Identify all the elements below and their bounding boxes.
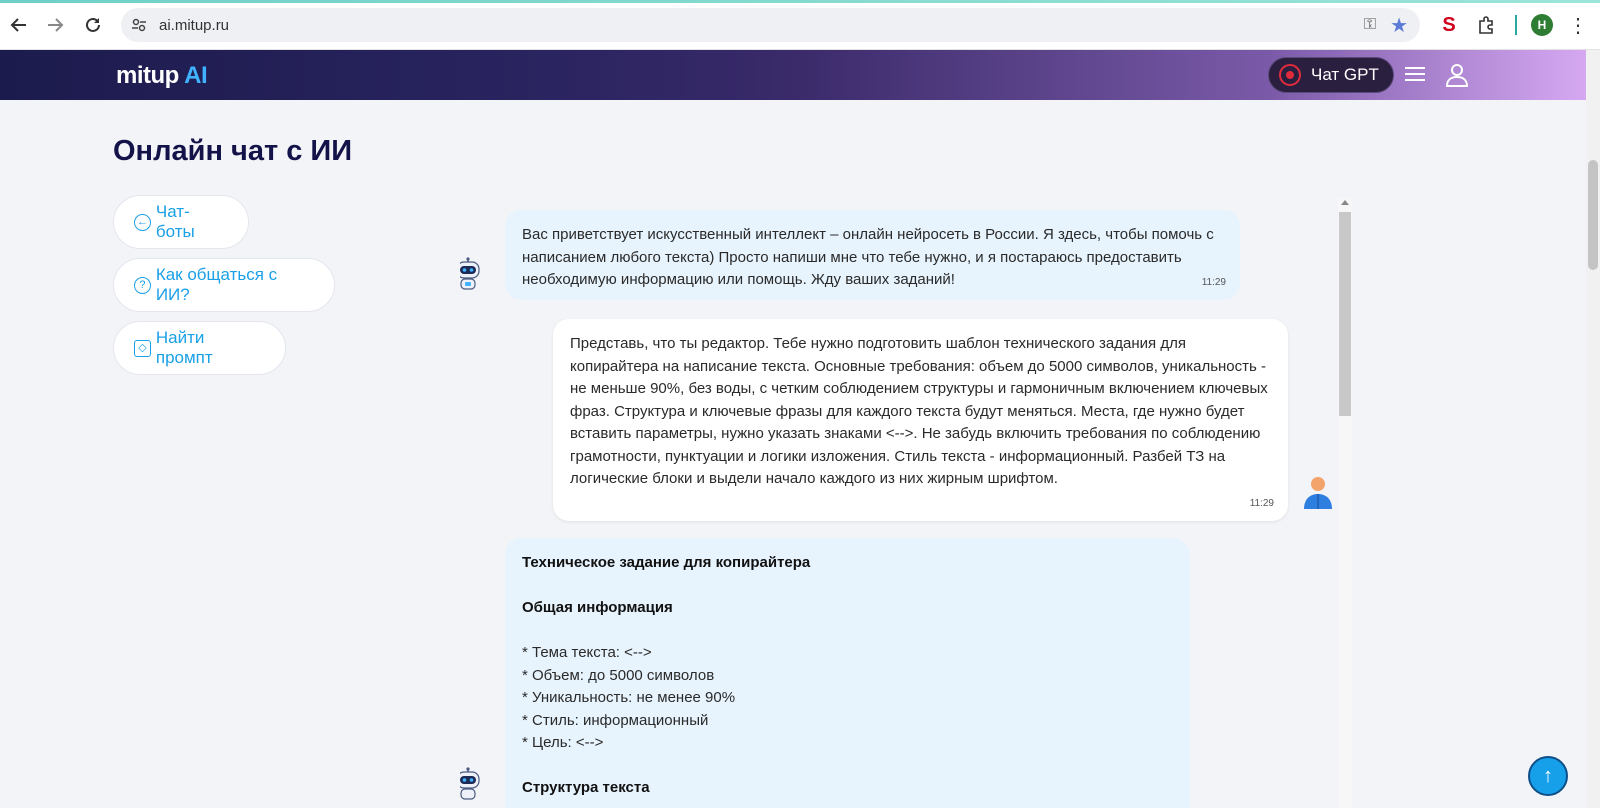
- chatbots-label: Чат-боты: [155, 202, 195, 241]
- page-title: Онлайн чат с ИИ: [113, 135, 353, 167]
- message-line: [522, 755, 1173, 778]
- user-message: Представь, что ты редактор. Тебе нужно п…: [553, 319, 1288, 521]
- forward-icon[interactable]: [42, 12, 68, 38]
- chatbots-button[interactable]: ← Чат-боты: [113, 195, 249, 249]
- page-scrollbar-thumb[interactable]: [1588, 160, 1598, 270]
- message-time: 11:29: [1249, 497, 1274, 509]
- scroll-up-arrow-icon[interactable]: [1341, 200, 1349, 205]
- how-to-talk-label: Как общаться с ИИ?: [155, 265, 278, 304]
- site-logo[interactable]: mitup AI: [116, 62, 208, 90]
- user-avatar-icon: [1304, 477, 1332, 509]
- site-settings-icon[interactable]: [131, 17, 147, 33]
- toolbar-divider: [1515, 15, 1517, 35]
- browser-toolbar: ai.mitup.ru ⚿ ★ S H ⋮: [0, 0, 1600, 50]
- browser-menu-icon[interactable]: ⋮: [1568, 13, 1588, 38]
- chat-scrollbar[interactable]: [1338, 198, 1352, 808]
- ai-message: Техническое задание для копирайтера Обща…: [505, 538, 1190, 808]
- record-icon: [1279, 64, 1301, 86]
- menu-icon[interactable]: [1405, 64, 1425, 84]
- cube-icon: ◇: [134, 339, 151, 357]
- bookmark-star-icon[interactable]: ★: [1390, 13, 1408, 38]
- ai-message: Вас приветствует искусственный интеллект…: [505, 210, 1240, 300]
- how-to-talk-button[interactable]: ? Как общаться с ИИ?: [113, 258, 335, 312]
- chat-gpt-button[interactable]: Чат GPT: [1268, 57, 1394, 93]
- seo-extension-icon[interactable]: S: [1436, 12, 1462, 38]
- message-line: * Цель: <-->: [522, 734, 604, 751]
- message-line: [522, 575, 1173, 598]
- message-time: 11:29: [1201, 276, 1226, 288]
- message-line: [522, 620, 1173, 643]
- message-text: Вас приветствует искусственный интеллект…: [522, 226, 1214, 288]
- address-bar[interactable]: ai.mitup.ru ⚿ ★: [121, 8, 1420, 42]
- message-line: * Стиль: информационный: [522, 711, 709, 729]
- message-heading: Структура текста: [522, 779, 650, 796]
- find-prompt-button[interactable]: ◇ Найти промпт: [113, 321, 286, 375]
- logo-ai: AI: [184, 62, 208, 89]
- back-icon[interactable]: [6, 12, 32, 38]
- message-text: Представь, что ты редактор. Тебе нужно п…: [570, 335, 1268, 487]
- find-prompt-label: Найти промпт: [155, 328, 213, 367]
- scroll-to-top-button[interactable]: ↑: [1528, 756, 1568, 796]
- message-line: * Тема текста: <-->: [522, 644, 652, 661]
- chat-gpt-label: Чат GPT: [1311, 65, 1379, 84]
- extensions-icon[interactable]: [1473, 12, 1499, 38]
- chat-window: Вас приветствует искусственный интеллект…: [460, 195, 1340, 808]
- robot-avatar-icon: [460, 257, 480, 290]
- page-scrollbar[interactable]: [1586, 50, 1600, 808]
- reload-icon[interactable]: [80, 12, 106, 38]
- message-heading: Общая информация: [522, 599, 673, 616]
- arrow-up-icon: ↑: [1543, 764, 1553, 787]
- key-icon[interactable]: ⚿: [1364, 16, 1376, 34]
- logo-main: mitup: [116, 62, 179, 89]
- message-heading: Техническое задание для копирайтера: [522, 554, 811, 571]
- chat-scrollbar-thumb[interactable]: [1339, 212, 1351, 416]
- tab-strip-edge: [0, 0, 1600, 3]
- site-header: mitup AI Чат GPT: [0, 50, 1586, 100]
- message-line: * Уникальность: не менее 90%: [522, 689, 736, 706]
- robot-avatar-icon: [460, 767, 480, 800]
- profile-avatar[interactable]: H: [1531, 14, 1553, 36]
- user-icon[interactable]: [1444, 62, 1470, 88]
- question-circle-icon: ?: [134, 276, 151, 294]
- message-line: * Объем: до 5000 символов: [522, 666, 715, 684]
- arrow-left-circle-icon: ←: [134, 213, 151, 231]
- url-text[interactable]: ai.mitup.ru: [159, 17, 229, 34]
